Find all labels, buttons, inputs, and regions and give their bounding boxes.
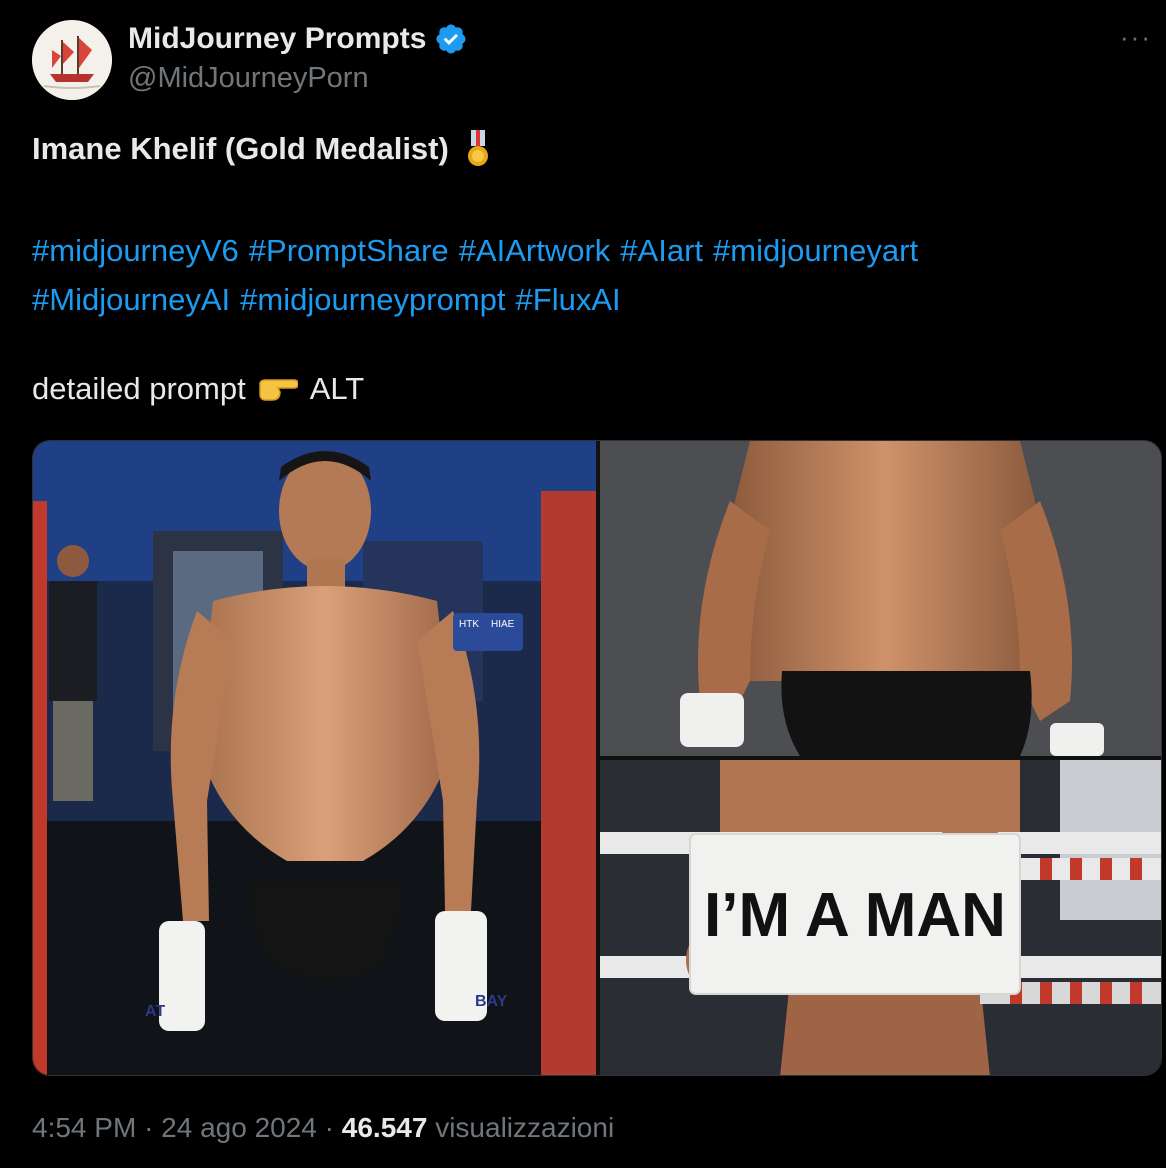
detail-suffix: ALT — [309, 371, 365, 406]
tweet-title: Imane Khelif (Gold Medalist) — [32, 131, 449, 166]
hashtag-link[interactable]: #AIart — [620, 233, 703, 268]
hashtag-link[interactable]: #MidjourneyAI — [32, 282, 230, 317]
detail-prompt-line: detailed prompt ALT — [32, 371, 364, 407]
separator: · — [144, 1112, 154, 1143]
tweet-title-row: Imane Khelif (Gold Medalist) — [32, 130, 491, 168]
media-photo-3[interactable]: I’M A MAN — [600, 760, 1161, 1075]
wrap-text-left: AT — [145, 1003, 165, 1020]
media-photo-1[interactable]: AT BAY HTK HIAE — [33, 441, 596, 1075]
hashtag-link[interactable]: #AIArtwork — [459, 233, 611, 268]
author-name-row[interactable]: MidJourney Prompts — [128, 22, 468, 56]
tweet-date[interactable]: 24 ago 2024 — [161, 1112, 317, 1143]
torso-image — [600, 441, 1161, 756]
pointing-right-icon — [258, 379, 298, 401]
hashtag-link[interactable]: #FluxAI — [516, 282, 621, 317]
card-text-right: HIAE — [491, 619, 515, 630]
boxer-weigh-in-image: AT BAY HTK HIAE — [33, 441, 596, 1075]
media-photo-2[interactable] — [600, 441, 1161, 756]
hashtag-list: #midjourneyV6 #PromptShare #AIArtwork #AIar… — [32, 226, 1142, 324]
more-options-button[interactable]: ··· — [1120, 22, 1152, 53]
hashtag-link[interactable]: #midjourneyV6 — [32, 233, 239, 268]
tweet-footer: 4:54 PM · 24 ago 2024 · 46.547 visualizz… — [32, 1112, 614, 1144]
tweet-time[interactable]: 4:54 PM — [32, 1112, 136, 1143]
hashtag-link[interactable]: #midjourneyprompt — [240, 282, 505, 317]
author-handle[interactable]: @MidJourneyPorn — [128, 62, 369, 95]
separator: · — [324, 1112, 334, 1143]
sign-text: I’M A MAN — [704, 881, 1006, 950]
tweet-media-grid[interactable]: AT BAY HTK HIAE I’M A MAN — [32, 440, 1162, 1076]
card-text-left: HTK — [459, 619, 479, 630]
views-count: 46.547 — [341, 1112, 428, 1143]
detail-prefix: detailed prompt — [32, 371, 246, 406]
hashtag-link[interactable]: #PromptShare — [249, 233, 449, 268]
views-label: visualizzazioni — [435, 1112, 615, 1143]
wrap-text-right: BAY — [475, 993, 508, 1010]
hashtag-link[interactable]: #midjourneyart — [713, 233, 918, 268]
military-medal-icon — [467, 130, 488, 166]
sign-holding-image: I’M A MAN — [600, 760, 1161, 1075]
verified-badge-icon — [436, 24, 466, 54]
author-name[interactable]: MidJourney Prompts — [128, 22, 426, 56]
sailing-ship-icon — [32, 20, 112, 100]
author-avatar[interactable] — [32, 20, 112, 100]
